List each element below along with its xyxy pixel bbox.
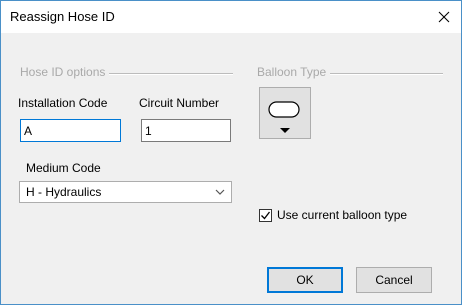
- medium-code-select[interactable]: H - Hydraulics: [19, 181, 232, 203]
- use-current-balloon-type-checkbox-row[interactable]: Use current balloon type: [259, 206, 407, 224]
- reassign-hose-id-dialog: Reassign Hose ID Hose ID options Balloon…: [0, 0, 462, 305]
- use-current-balloon-type-label: Use current balloon type: [277, 208, 408, 222]
- use-current-balloon-type-checkbox[interactable]: [259, 208, 272, 222]
- checkmark-icon: [261, 211, 271, 219]
- medium-code-label: Medium Code: [26, 161, 101, 175]
- installation-code-label: Installation Code: [18, 96, 108, 110]
- hose-id-options-group-label: Hose ID options: [20, 65, 110, 79]
- balloon-type-group-label: Balloon Type: [257, 65, 331, 79]
- balloon-type-button[interactable]: [259, 87, 311, 139]
- medium-code-selected-value: H - Hydraulics: [26, 185, 102, 199]
- dialog-title: Reassign Hose ID: [10, 9, 115, 24]
- triangle-down-icon: [280, 128, 290, 133]
- cancel-button[interactable]: Cancel: [356, 267, 432, 293]
- ok-button[interactable]: OK: [267, 267, 343, 293]
- close-button[interactable]: [427, 1, 461, 33]
- circuit-number-label: Circuit Number: [139, 96, 220, 110]
- circuit-number-input[interactable]: [141, 119, 231, 142]
- installation-code-input[interactable]: [20, 119, 121, 142]
- title-bar[interactable]: Reassign Hose ID: [1, 1, 461, 33]
- close-icon: [438, 11, 450, 23]
- chevron-down-icon: [215, 189, 225, 195]
